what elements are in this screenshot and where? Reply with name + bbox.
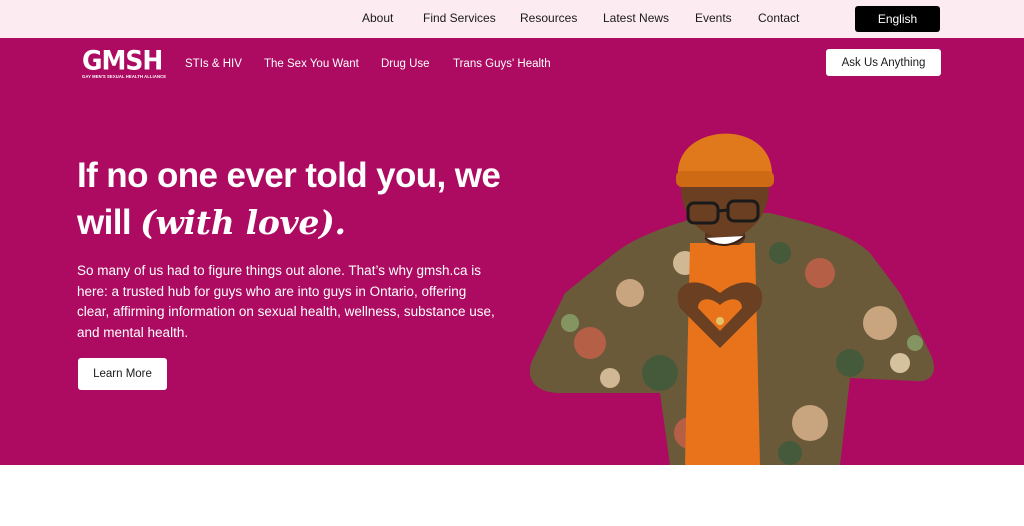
- hero-headline: If no one ever told you, we will (with l…: [77, 152, 517, 246]
- nav-link-latest-news[interactable]: Latest News: [603, 11, 669, 25]
- ask-us-anything-button[interactable]: Ask Us Anything: [826, 49, 941, 76]
- hero-section: GMSH GAY MEN'S SEXUAL HEALTH ALLIANCE ST…: [0, 38, 1024, 465]
- headline-line-2: will: [77, 203, 141, 242]
- nav-link-sex-you-want[interactable]: The Sex You Want: [264, 58, 359, 70]
- site-logo[interactable]: GMSH GAY MEN'S SEXUAL HEALTH ALLIANCE: [82, 45, 166, 82]
- headline-emphasis: (with love).: [140, 203, 346, 242]
- nav-link-stis-hiv[interactable]: STIs & HIV: [185, 58, 242, 70]
- nav-link-events[interactable]: Events: [695, 11, 732, 25]
- headline-line-1: If no one ever told you, we: [77, 156, 501, 195]
- language-button[interactable]: English: [855, 6, 940, 32]
- nav-link-about[interactable]: About: [362, 11, 393, 25]
- nav-link-resources[interactable]: Resources: [520, 11, 577, 25]
- nav-link-drug-use[interactable]: Drug Use: [381, 58, 430, 70]
- learn-more-button[interactable]: Learn More: [78, 358, 167, 390]
- nav-link-contact[interactable]: Contact: [758, 11, 799, 25]
- nav-link-trans-guys-health[interactable]: Trans Guys' Health: [453, 58, 551, 70]
- hero-description: So many of us had to figure things out a…: [77, 263, 495, 340]
- top-utility-bar: About Find Services Resources Latest New…: [0, 0, 1024, 38]
- logo-wordmark: GMSH: [82, 45, 163, 76]
- hero-photo-man-heart-hands: [529, 133, 935, 465]
- nav-link-find-services[interactable]: Find Services: [423, 11, 496, 25]
